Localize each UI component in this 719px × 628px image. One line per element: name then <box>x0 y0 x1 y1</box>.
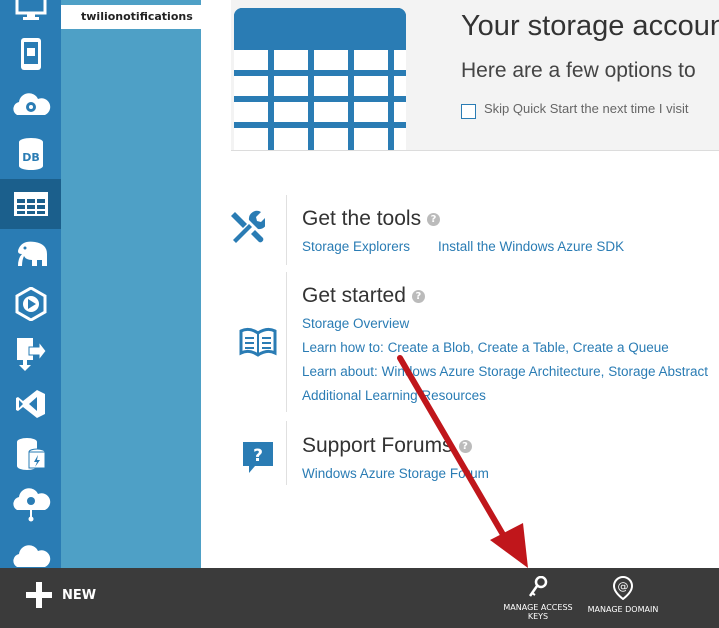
command-bar: NEW MANAGE ACCESS KEYS @ MANAGE DOMAIN <box>0 568 719 628</box>
nav-storage[interactable] <box>0 179 61 229</box>
quick-start-hero: Your storage account Here are a few opti… <box>231 0 719 151</box>
get-started-title: Get started? <box>302 284 425 308</box>
table-grid-icon <box>13 192 48 216</box>
at-sign-icon: @ <box>612 575 634 601</box>
hero-title: Your storage account <box>461 10 719 42</box>
create-blob-link[interactable]: Create a Blob, <box>388 340 474 355</box>
tools-icon <box>231 210 265 243</box>
main-content: Your storage account Here are a few opti… <box>201 0 719 568</box>
manage-keys-label-line2: KEYS <box>527 612 549 621</box>
section-divider <box>286 195 287 265</box>
manage-domain-button[interactable]: @ MANAGE DOMAIN <box>584 575 662 614</box>
storage-overview-link[interactable]: Storage Overview <box>302 316 409 331</box>
left-nav: DB <box>0 0 61 568</box>
learn-about-line: Learn about: Windows Azure Storage Archi… <box>302 364 708 379</box>
storage-architecture-link[interactable]: Windows Azure Storage Architecture, <box>382 364 605 379</box>
nav-cloud-services[interactable] <box>0 79 61 129</box>
cloud-sync-icon <box>12 545 50 567</box>
help-icon[interactable]: ? <box>411 289 425 303</box>
support-forums-title: Support Forums? <box>302 434 472 458</box>
section-divider <box>286 421 287 485</box>
nav-websites[interactable] <box>0 0 61 32</box>
create-queue-link[interactable]: Create a Queue <box>573 340 669 355</box>
new-label: NEW <box>62 587 97 603</box>
manage-keys-label-line1: MANAGE ACCESS <box>503 603 573 612</box>
monitor-icon <box>15 0 46 20</box>
learn-how-to-line: Learn how to: Create a Blob, Create a Ta… <box>302 340 669 355</box>
svg-text:?: ? <box>253 446 263 466</box>
storage-explorers-link[interactable]: Storage Explorers <box>302 239 410 254</box>
media-play-icon <box>15 287 46 321</box>
install-sdk-link[interactable]: Install the Windows Azure SDK <box>438 239 624 254</box>
storage-list-panel: twilionotifications <box>61 0 201 568</box>
storage-account-item[interactable]: twilionotifications <box>61 5 201 29</box>
get-tools-title: Get the tools? <box>302 207 441 231</box>
storage-table-graphic <box>234 8 406 150</box>
manage-domain-label: MANAGE DOMAIN <box>587 605 659 614</box>
plus-icon <box>26 582 52 608</box>
skip-quick-start-label[interactable]: Skip Quick Start the next time I visit <box>484 101 688 116</box>
nav-networks[interactable] <box>0 479 61 529</box>
manage-access-keys-button[interactable]: MANAGE ACCESS KEYS <box>502 575 574 621</box>
section-divider <box>286 272 287 412</box>
key-icon <box>528 575 548 597</box>
nav-hdinsight[interactable] <box>0 229 61 279</box>
hero-subtitle: Here are a few options to <box>461 59 696 82</box>
svg-text:DB: DB <box>22 151 40 164</box>
mobile-icon <box>20 38 41 70</box>
learn-how-to-prefix: Learn how to: <box>302 340 388 355</box>
learn-about-prefix: Learn about: <box>302 364 382 379</box>
svg-text:@: @ <box>618 580 629 593</box>
database-icon: DB <box>18 138 43 170</box>
nav-media-services[interactable] <box>0 279 61 329</box>
book-icon <box>239 327 277 357</box>
import-export-icon <box>16 338 47 371</box>
help-icon[interactable]: ? <box>458 439 472 453</box>
network-cloud-icon <box>12 488 50 522</box>
visual-studio-icon <box>15 390 45 418</box>
elephant-icon <box>17 241 47 266</box>
forum-icon: ? <box>243 442 273 473</box>
nav-sql-databases[interactable]: DB <box>0 129 61 179</box>
cache-icon <box>16 438 45 470</box>
new-button[interactable]: NEW <box>26 582 96 608</box>
storage-forum-link[interactable]: Windows Azure Storage Forum <box>302 466 489 481</box>
nav-cache[interactable] <box>0 429 61 479</box>
nav-visual-studio[interactable] <box>0 379 61 429</box>
additional-resources-link[interactable]: Additional Learning Resources <box>302 388 486 403</box>
nav-service-bus[interactable] <box>0 329 61 379</box>
cloud-gear-icon <box>12 93 50 115</box>
skip-quick-start-checkbox[interactable] <box>461 104 476 119</box>
help-icon[interactable]: ? <box>427 212 441 226</box>
nav-mobile[interactable] <box>0 29 61 79</box>
storage-abstraction-link[interactable]: Storage Abstract <box>608 364 708 379</box>
create-table-link[interactable]: Create a Table, <box>478 340 569 355</box>
